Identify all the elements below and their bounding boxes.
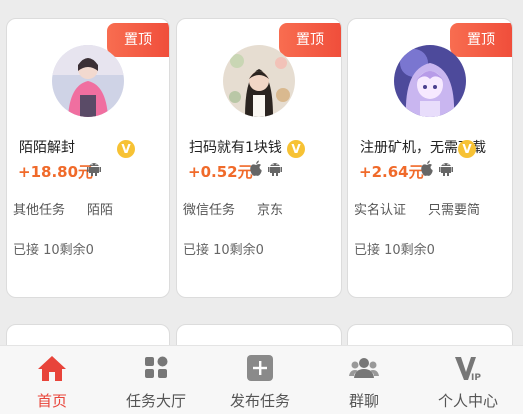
task-title: 扫码就有1块钱 <box>189 140 282 156</box>
tab-group-chat[interactable]: 群聊 <box>312 346 416 414</box>
pin-top-badge: 置顶 <box>107 23 169 57</box>
task-stats: 已接 10剩余0 <box>13 243 94 258</box>
tab-label: 个人中心 <box>437 392 498 410</box>
tab-label: 发布任务 <box>229 392 290 410</box>
avatar <box>52 45 124 117</box>
v-badge-icon: V <box>117 140 135 158</box>
tab-label: 任务大厅 <box>125 392 186 410</box>
avatar-image <box>394 45 466 117</box>
task-price: +0.52元 <box>188 163 253 181</box>
avatar <box>223 45 295 117</box>
task-tags: 实名认证 只需要简 <box>354 199 502 218</box>
avatar-image <box>52 45 124 117</box>
tag-app: 京东 <box>257 203 284 218</box>
task-hall-icon <box>145 356 168 378</box>
tag-category: 其他任务 <box>13 203 66 218</box>
tag-app: 只需要简 <box>428 203 481 218</box>
tag-category: 微信任务 <box>183 203 236 218</box>
pin-top-badge: 置顶 <box>279 23 341 57</box>
vip-icon: IP <box>455 357 481 382</box>
avatar <box>394 45 466 117</box>
android-icon <box>268 163 282 176</box>
task-card[interactable]: 置顶 陌陌解封 V +18.80元 其他任务 陌陌 已接 10剩余0 <box>6 18 170 298</box>
task-card[interactable]: 置顶 注册矿机，无需下载 V +2.64元 实名认证 只需要简 已接 10剩余0 <box>347 18 513 298</box>
apple-icon <box>250 160 262 176</box>
v-badge-icon: V <box>458 140 476 158</box>
task-price: +18.80元 <box>18 163 94 181</box>
apple-icon <box>421 160 433 176</box>
tag-app: 陌陌 <box>87 203 114 218</box>
tab-publish[interactable]: 发布任务 <box>208 346 312 414</box>
task-tags: 其他任务 陌陌 <box>13 199 135 218</box>
task-price: +2.64元 <box>359 163 424 181</box>
avatar-image <box>223 45 295 117</box>
tab-profile[interactable]: IP 个人中心 <box>416 346 520 414</box>
svg-text:IP: IP <box>471 373 481 382</box>
tab-label: 群聊 <box>348 392 379 410</box>
task-card[interactable]: 置顶 扫码就有1块钱 V +0.52元 微信任务 京东 已接 10剩余0 <box>176 18 342 298</box>
home-icon <box>38 356 66 381</box>
task-tags: 微信任务 京东 <box>183 199 305 218</box>
android-icon <box>439 163 453 176</box>
task-stats: 已接 10剩余0 <box>354 243 435 258</box>
v-badge-icon: V <box>287 140 305 158</box>
tab-label: 首页 <box>36 392 67 410</box>
publish-plus-icon <box>247 355 273 381</box>
tab-home[interactable]: 首页 <box>0 346 104 414</box>
group-chat-icon <box>349 358 379 378</box>
android-icon <box>87 163 101 176</box>
tag-category: 实名认证 <box>354 203 407 218</box>
task-title: 注册矿机，无需下载 <box>360 140 486 156</box>
pin-top-badge: 置顶 <box>450 23 512 57</box>
tab-task-hall[interactable]: 任务大厅 <box>104 346 208 414</box>
bottom-tab-bar: 首页 任务大厅 发布任务 群聊 IP 个人中心 <box>0 345 523 414</box>
task-title: 陌陌解封 <box>19 140 75 156</box>
task-stats: 已接 10剩余0 <box>183 243 264 258</box>
